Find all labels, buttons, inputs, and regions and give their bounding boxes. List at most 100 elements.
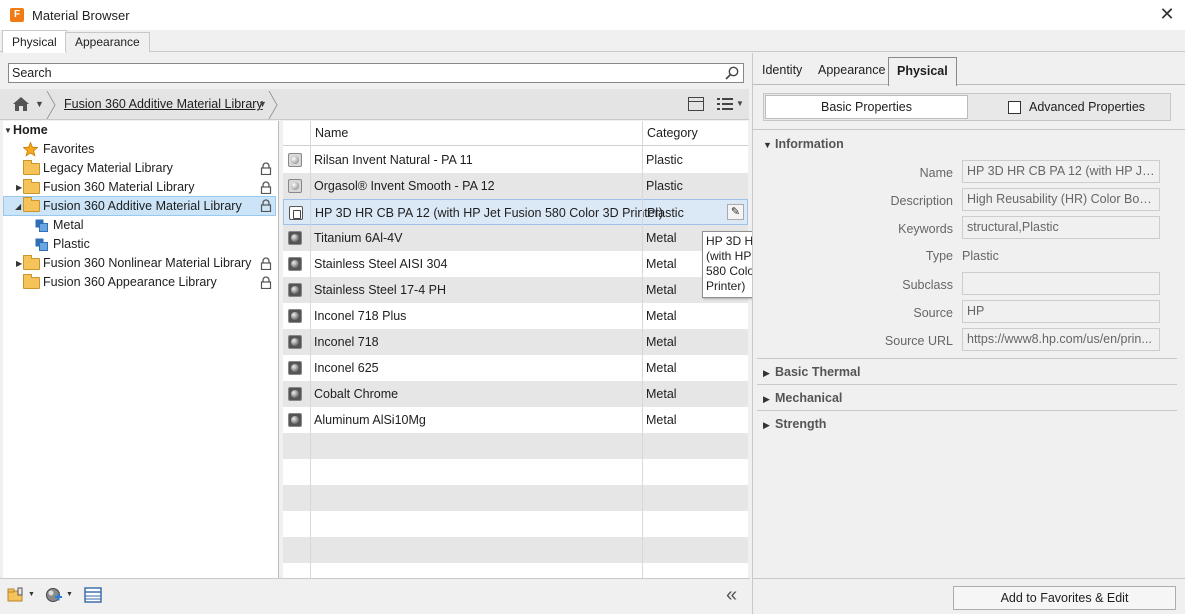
section-information[interactable]: ▼ Information xyxy=(763,137,844,151)
table-row[interactable]: Orgasol® Invent Smooth - PA 12 Plastic xyxy=(283,173,748,199)
tree-item-plastic[interactable]: Plastic xyxy=(3,235,273,254)
column-header-category[interactable]: Category xyxy=(647,126,698,140)
section-mechanical[interactable]: ▶ Mechanical xyxy=(763,391,842,405)
table-row[interactable]: Inconel 625 Metal xyxy=(283,355,748,381)
tab-appearance[interactable]: Appearance xyxy=(818,63,885,77)
property-label: Keywords xyxy=(898,222,953,236)
empty-table-row xyxy=(283,511,748,537)
tree-item-metal[interactable]: Metal xyxy=(3,216,273,235)
material-name: Inconel 718 xyxy=(314,335,379,349)
material-swatch-icon xyxy=(288,179,302,193)
home-dropdown-icon[interactable]: ▼ xyxy=(35,99,44,109)
view-dropdown-icon[interactable]: ▼ xyxy=(736,99,744,108)
section-basic-thermal[interactable]: ▶ Basic Thermal xyxy=(763,365,860,379)
advanced-properties-label[interactable]: Advanced Properties xyxy=(1029,100,1145,114)
library-dropdown-icon[interactable]: ▼ xyxy=(258,99,267,109)
create-material-icon[interactable] xyxy=(45,587,63,603)
table-row[interactable]: Cobalt Chrome Metal xyxy=(283,381,748,407)
table-row[interactable]: HP 3D HR CB PA 12 (with HP Jet Fusion 58… xyxy=(283,199,748,225)
material-swatch-icon xyxy=(288,335,302,349)
tree-item-label: Plastic xyxy=(53,237,90,251)
search-icon[interactable] xyxy=(725,66,739,80)
table-row[interactable]: Inconel 718 Metal xyxy=(283,329,748,355)
tab-identity[interactable]: Identity xyxy=(762,63,802,77)
material-category: Plastic xyxy=(647,206,684,220)
table-header: Name Category xyxy=(283,121,748,146)
tree-item-fusion-appearance[interactable]: Fusion 360 Appearance Library xyxy=(3,273,276,292)
material-category: Metal xyxy=(646,257,677,271)
tree-item-legacy[interactable]: Legacy Material Library xyxy=(3,159,276,178)
breadcrumb-library-link[interactable]: Fusion 360 Additive Material Library xyxy=(64,97,263,111)
top-tab-bar: Physical Appearance xyxy=(0,30,1185,53)
home-icon[interactable] xyxy=(12,96,30,112)
source-field[interactable]: HP xyxy=(962,300,1160,323)
add-to-favorites-edit-button[interactable]: Add to Favorites & Edit xyxy=(953,586,1176,610)
breadcrumb: ▼ Fusion 360 Additive Material Library ▼… xyxy=(0,89,749,120)
material-category: Metal xyxy=(646,361,677,375)
expanded-triangle-icon[interactable]: ◢ xyxy=(15,197,21,216)
name-field[interactable]: HP 3D HR CB PA 12 (with HP Jet F... xyxy=(962,160,1160,183)
tab-physical[interactable]: Physical xyxy=(2,30,67,53)
library-icon[interactable] xyxy=(7,587,25,603)
open-editor-icon[interactable] xyxy=(84,587,102,603)
table-row[interactable]: Rilsan Invent Natural - PA 11 Plastic xyxy=(283,147,748,173)
collapsed-triangle-icon[interactable]: ▶ xyxy=(16,178,22,197)
property-label: Type xyxy=(925,249,953,263)
empty-table-row xyxy=(283,485,748,511)
close-icon[interactable]: ✕ xyxy=(1157,4,1177,24)
column-divider[interactable] xyxy=(310,121,311,578)
collapsed-triangle-icon: ▶ xyxy=(763,394,770,404)
subclass-field[interactable] xyxy=(962,272,1160,295)
material-name: Titanium 6Al-4V xyxy=(314,231,403,245)
folder-open-icon xyxy=(23,197,40,212)
material-swatch-icon xyxy=(288,257,302,271)
expanded-triangle-icon[interactable]: ▼ xyxy=(4,121,12,140)
collapsed-triangle-icon: ▶ xyxy=(763,368,770,378)
tree-item-fusion-nonlinear[interactable]: ▶ Fusion 360 Nonlinear Material Library xyxy=(3,254,276,273)
collapse-panel-icon[interactable]: « xyxy=(726,584,737,607)
category-icon xyxy=(35,238,48,251)
tab-physical[interactable]: Physical xyxy=(888,57,957,86)
material-swatch-icon xyxy=(288,361,302,375)
basic-properties-button[interactable]: Basic Properties xyxy=(765,95,968,119)
property-label: Name xyxy=(919,166,953,180)
section-strength[interactable]: ▶ Strength xyxy=(763,417,826,431)
table-row[interactable]: Stainless Steel 17-4 PH Metal xyxy=(283,277,748,303)
table-row[interactable]: Aluminum AlSi10Mg Metal xyxy=(283,407,748,433)
tree-item-fusion-additive[interactable]: ◢ Fusion 360 Additive Material Library xyxy=(3,196,276,216)
column-divider[interactable] xyxy=(642,121,643,578)
tree-item-label: Fusion 360 Nonlinear Material Library xyxy=(43,256,252,270)
toggle-panel-icon[interactable] xyxy=(688,97,704,111)
tree-item-fusion-material[interactable]: ▶ Fusion 360 Material Library xyxy=(3,178,276,197)
material-swatch-icon xyxy=(288,283,302,297)
library-dropdown-icon[interactable]: ▼ xyxy=(28,591,35,598)
table-row[interactable]: Inconel 718 Plus Metal xyxy=(283,303,748,329)
edit-material-icon[interactable]: ✎ xyxy=(727,204,744,220)
material-category: Metal xyxy=(646,413,677,427)
advanced-properties-checkbox[interactable] xyxy=(1008,101,1021,114)
material-name: HP 3D HR CB PA 12 (with HP Jet Fusion 58… xyxy=(315,206,664,220)
material-name: Stainless Steel AISI 304 xyxy=(314,257,448,271)
material-category: Metal xyxy=(646,309,677,323)
keywords-field[interactable]: structural,Plastic xyxy=(962,216,1160,239)
list-view-icon[interactable] xyxy=(716,97,734,111)
section-title: Information xyxy=(775,137,844,151)
collapsed-triangle-icon[interactable]: ▶ xyxy=(16,254,22,273)
description-field[interactable]: High Reusability (HR) Color Boost ... xyxy=(962,188,1160,211)
empty-table-row xyxy=(283,459,748,485)
material-name: Inconel 718 Plus xyxy=(314,309,407,323)
lock-icon xyxy=(260,276,272,289)
column-header-name[interactable]: Name xyxy=(315,126,348,140)
create-dropdown-icon[interactable]: ▼ xyxy=(66,591,73,598)
source-url-field[interactable]: https://www8.hp.com/us/en/prin... xyxy=(962,328,1160,351)
divider xyxy=(757,410,1177,411)
table-row[interactable]: Stainless Steel AISI 304 Metal xyxy=(283,251,748,277)
tree-favorites[interactable]: Favorites xyxy=(3,140,273,159)
material-swatch-icon xyxy=(288,413,302,427)
material-table: Name Category Rilsan Invent Natural - PA… xyxy=(283,121,748,578)
table-row[interactable]: Titanium 6Al-4V Metal xyxy=(283,225,748,251)
bottom-toolbar: ▼ ▼ « xyxy=(0,578,750,614)
tree-favorites-label: Favorites xyxy=(43,142,95,156)
search-input[interactable] xyxy=(9,64,709,82)
tab-appearance[interactable]: Appearance xyxy=(65,32,150,52)
